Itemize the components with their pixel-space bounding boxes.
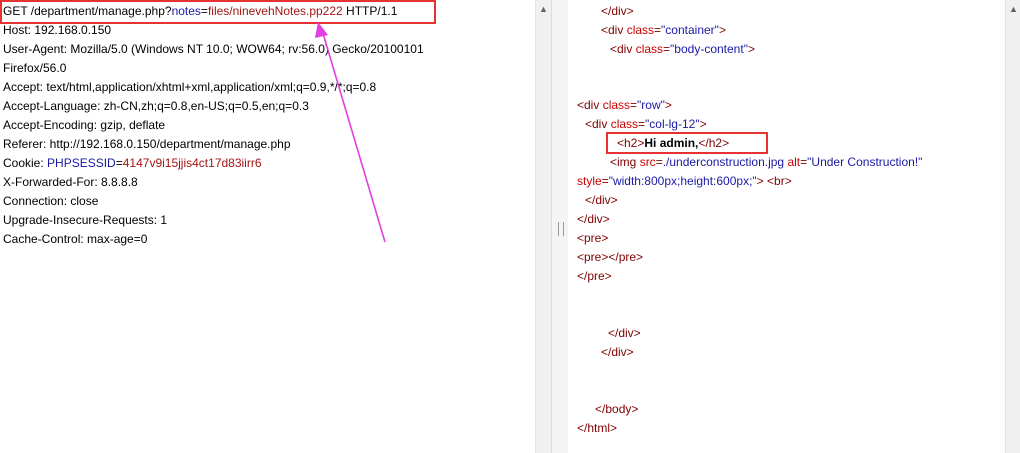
arrow-shaft bbox=[321, 29, 386, 243]
annotation-arrow bbox=[315, 22, 386, 243]
arrow-head-icon bbox=[315, 22, 328, 38]
